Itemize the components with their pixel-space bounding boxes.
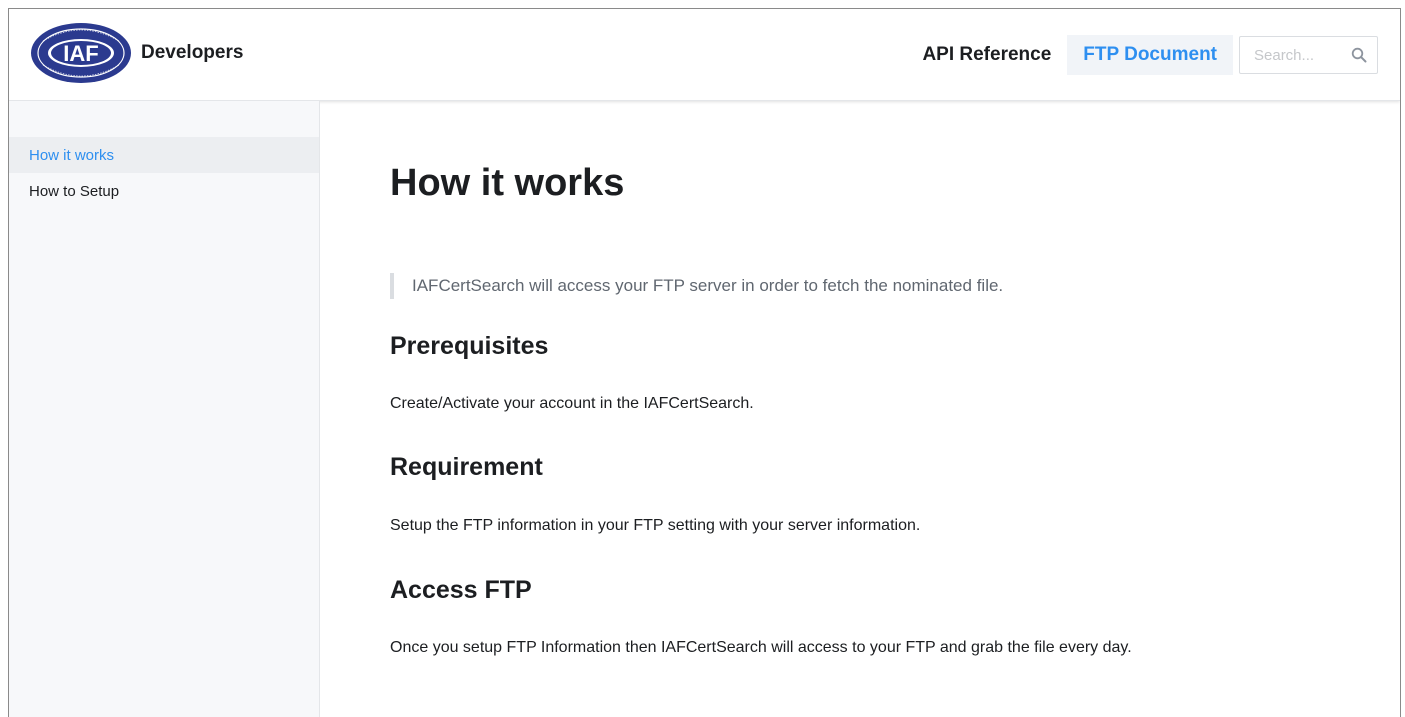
- sidebar-item-how-to-setup[interactable]: How to Setup: [9, 173, 319, 209]
- nav-ftp-document[interactable]: FTP Document: [1067, 35, 1233, 75]
- brand[interactable]: IAF Developers: [29, 21, 243, 85]
- search-icon[interactable]: [1351, 47, 1367, 63]
- sidebar-list: How it works How to Setup: [9, 137, 319, 209]
- iaf-logo: IAF: [31, 23, 131, 83]
- intro-quote: IAFCertSearch will access your FTP serve…: [390, 272, 1360, 299]
- doc-content: How it works IAFCertSearch will access y…: [390, 101, 1360, 658]
- page-title: How it works: [390, 162, 625, 204]
- text-requirement: Setup the FTP information in your FTP se…: [390, 516, 921, 534]
- top-nav: API Reference FTP Document: [906, 35, 1378, 75]
- text-prerequisites: Create/Activate your account in the IAFC…: [390, 395, 754, 413]
- search-input[interactable]: [1254, 46, 1344, 64]
- brand-title: Developers: [141, 42, 244, 63]
- docs-sidebar: How it works How to Setup: [9, 101, 320, 717]
- text-access-ftp: Once you setup FTP Information then IAFC…: [390, 639, 1132, 657]
- heading-requirement: Requirement: [390, 453, 543, 482]
- nav-api-reference[interactable]: API Reference: [906, 35, 1067, 75]
- heading-prerequisites: Prerequisites: [390, 331, 549, 360]
- search-box[interactable]: [1239, 36, 1378, 74]
- heading-access-ftp: Access FTP: [390, 575, 532, 604]
- sidebar-item-how-it-works[interactable]: How it works: [9, 137, 319, 173]
- logo-text: IAF: [63, 41, 98, 66]
- browser-frame: IAF Developers API Reference FTP Documen…: [8, 8, 1401, 717]
- top-navbar: IAF Developers API Reference FTP Documen…: [9, 9, 1400, 101]
